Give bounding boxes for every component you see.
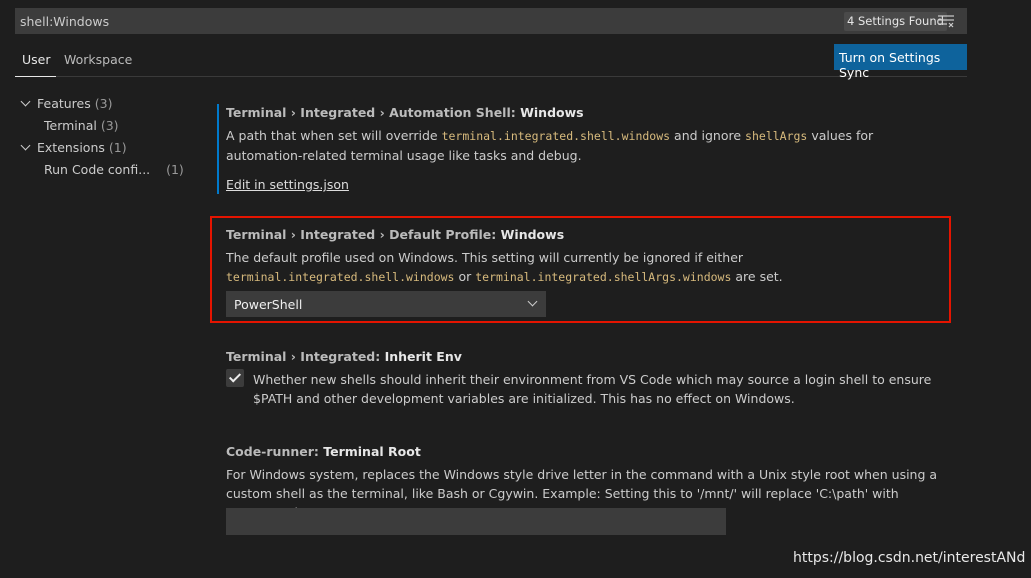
setting-description: The default profile used on Windows. Thi… — [226, 250, 783, 284]
toc-terminal[interactable]: Terminal (3) — [44, 118, 119, 133]
settings-found-badge: 4 Settings Found — [844, 12, 947, 31]
setting-title: Terminal › Integrated › Automation Shell… — [226, 105, 584, 120]
toc-run-code[interactable]: Run Code confi... (1) — [44, 162, 184, 177]
setting-title: Code-runner: Terminal Root — [226, 444, 421, 459]
setting-inherit-env: Terminal › Integrated: Inherit Env Wheth… — [226, 349, 946, 408]
toc-count: (3) — [100, 118, 119, 133]
dropdown-value: PowerShell — [234, 297, 303, 312]
clear-filter-icon[interactable] — [938, 14, 954, 28]
search-input[interactable]: shell:Windows — [15, 8, 967, 34]
setting-description: Whether new shells should inherit their … — [253, 372, 932, 406]
tab-user[interactable]: User — [15, 52, 56, 77]
toc-label: Extensions — [37, 140, 105, 155]
toc-label: Features — [37, 96, 91, 111]
toc-features[interactable]: Features (3) — [20, 96, 112, 111]
settings-sync-button[interactable]: Turn on Settings Sync — [834, 44, 967, 80]
inherit-env-checkbox[interactable] — [226, 369, 244, 387]
toc-extensions[interactable]: Extensions (1) — [20, 140, 127, 155]
terminal-root-input[interactable] — [226, 508, 726, 535]
tab-workspace[interactable]: Workspace — [64, 52, 132, 67]
toc-label: Run Code confi... — [44, 162, 151, 177]
toc-count: (1) — [166, 162, 184, 177]
toc-label: Terminal — [44, 118, 97, 133]
setting-title: Terminal › Integrated › Default Profile:… — [226, 227, 565, 242]
scope-tabs: User Workspace — [15, 44, 967, 77]
setting-default-profile: Terminal › Integrated › Default Profile:… — [226, 227, 946, 287]
watermark: https://blog.csdn.net/interestANd — [793, 550, 1026, 566]
chevron-down-icon — [20, 96, 31, 107]
setting-title: Terminal › Integrated: Inherit Env — [226, 349, 462, 364]
setting-automation-shell: Terminal › Integrated › Automation Shell… — [226, 105, 946, 192]
focus-indicator — [217, 104, 219, 194]
chevron-down-icon — [527, 296, 538, 307]
toc-count: (3) — [94, 96, 113, 111]
check-icon — [228, 370, 242, 383]
edit-in-settings-json-link[interactable]: Edit in settings.json — [226, 177, 349, 192]
toc-count: (1) — [108, 140, 127, 155]
default-profile-dropdown[interactable]: PowerShell — [226, 291, 546, 317]
setting-description: A path that when set will override termi… — [226, 128, 874, 163]
chevron-down-icon — [20, 140, 31, 151]
